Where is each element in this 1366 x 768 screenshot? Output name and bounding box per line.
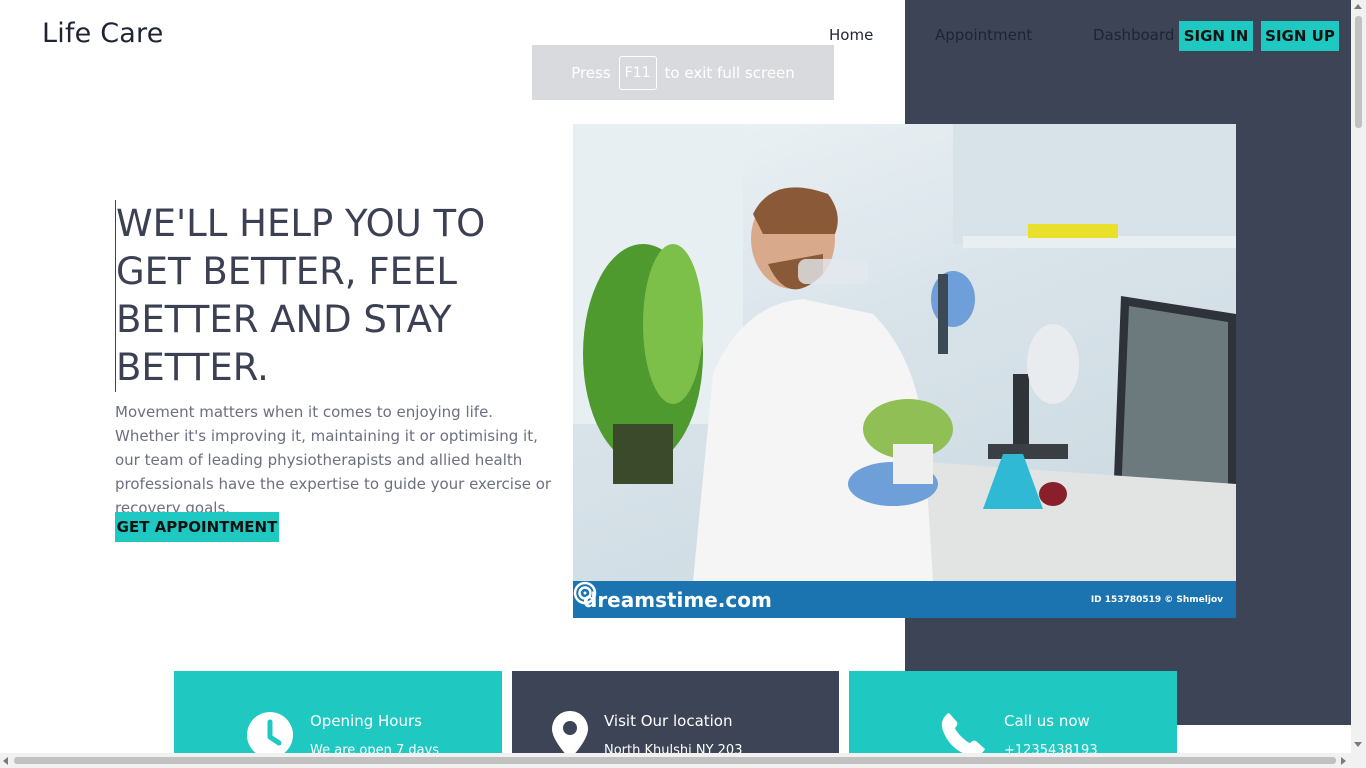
fullscreen-notice-text: to exit full screen: [664, 63, 795, 82]
dreamstime-logo-icon: [573, 581, 597, 605]
get-appointment-button[interactable]: GET APPOINTMENT: [115, 512, 279, 542]
image-brand: dreamstime.com: [573, 581, 772, 612]
fullscreen-notice-press: Press: [571, 63, 611, 82]
lab-scene-illustration: [573, 124, 1236, 581]
nav-appointment-link[interactable]: Appointment: [935, 26, 1032, 44]
scroll-right-arrow-icon[interactable]: [1341, 757, 1346, 765]
horizontal-scrollbar[interactable]: [0, 753, 1351, 768]
hero-description: Movement matters when it comes to enjoyi…: [115, 403, 552, 517]
opening-hours-title: Opening Hours: [310, 712, 422, 730]
scroll-left-arrow-icon[interactable]: [3, 757, 8, 765]
horizontal-scroll-thumb[interactable]: [14, 757, 1336, 764]
nav-dashboard-link[interactable]: Dashboard: [1093, 26, 1174, 44]
hero-image: dreamstime.com ID 153780519 © Shmeljov: [573, 124, 1236, 618]
image-watermark-bar: dreamstime.com ID 153780519 © Shmeljov: [573, 581, 1236, 618]
image-brand-text: dreamstime.com: [583, 587, 772, 612]
call-title: Call us now: [1004, 712, 1090, 730]
fullscreen-notice-key: F11: [618, 55, 657, 90]
scroll-up-arrow-icon[interactable]: [1354, 4, 1362, 9]
scroll-down-arrow-icon[interactable]: [1354, 742, 1362, 747]
vertical-scroll-thumb[interactable]: [1355, 16, 1362, 128]
hero-title: WE'LL HELP YOU TO GET BETTER, FEEL BETTE…: [115, 200, 535, 392]
map-pin-icon: [552, 711, 588, 759]
clock-icon: [247, 712, 293, 758]
fullscreen-notice: Press F11 to exit full screen: [532, 45, 834, 100]
vertical-scrollbar[interactable]: [1351, 0, 1366, 768]
nav-home-link[interactable]: Home: [829, 26, 873, 44]
phone-icon: [941, 713, 985, 757]
location-title: Visit Our location: [604, 712, 733, 730]
sign-up-button[interactable]: SIGN UP: [1261, 21, 1339, 51]
image-id-text: ID 153780519 © Shmeljov: [1090, 594, 1223, 605]
sign-in-button[interactable]: SIGN IN: [1179, 21, 1253, 51]
